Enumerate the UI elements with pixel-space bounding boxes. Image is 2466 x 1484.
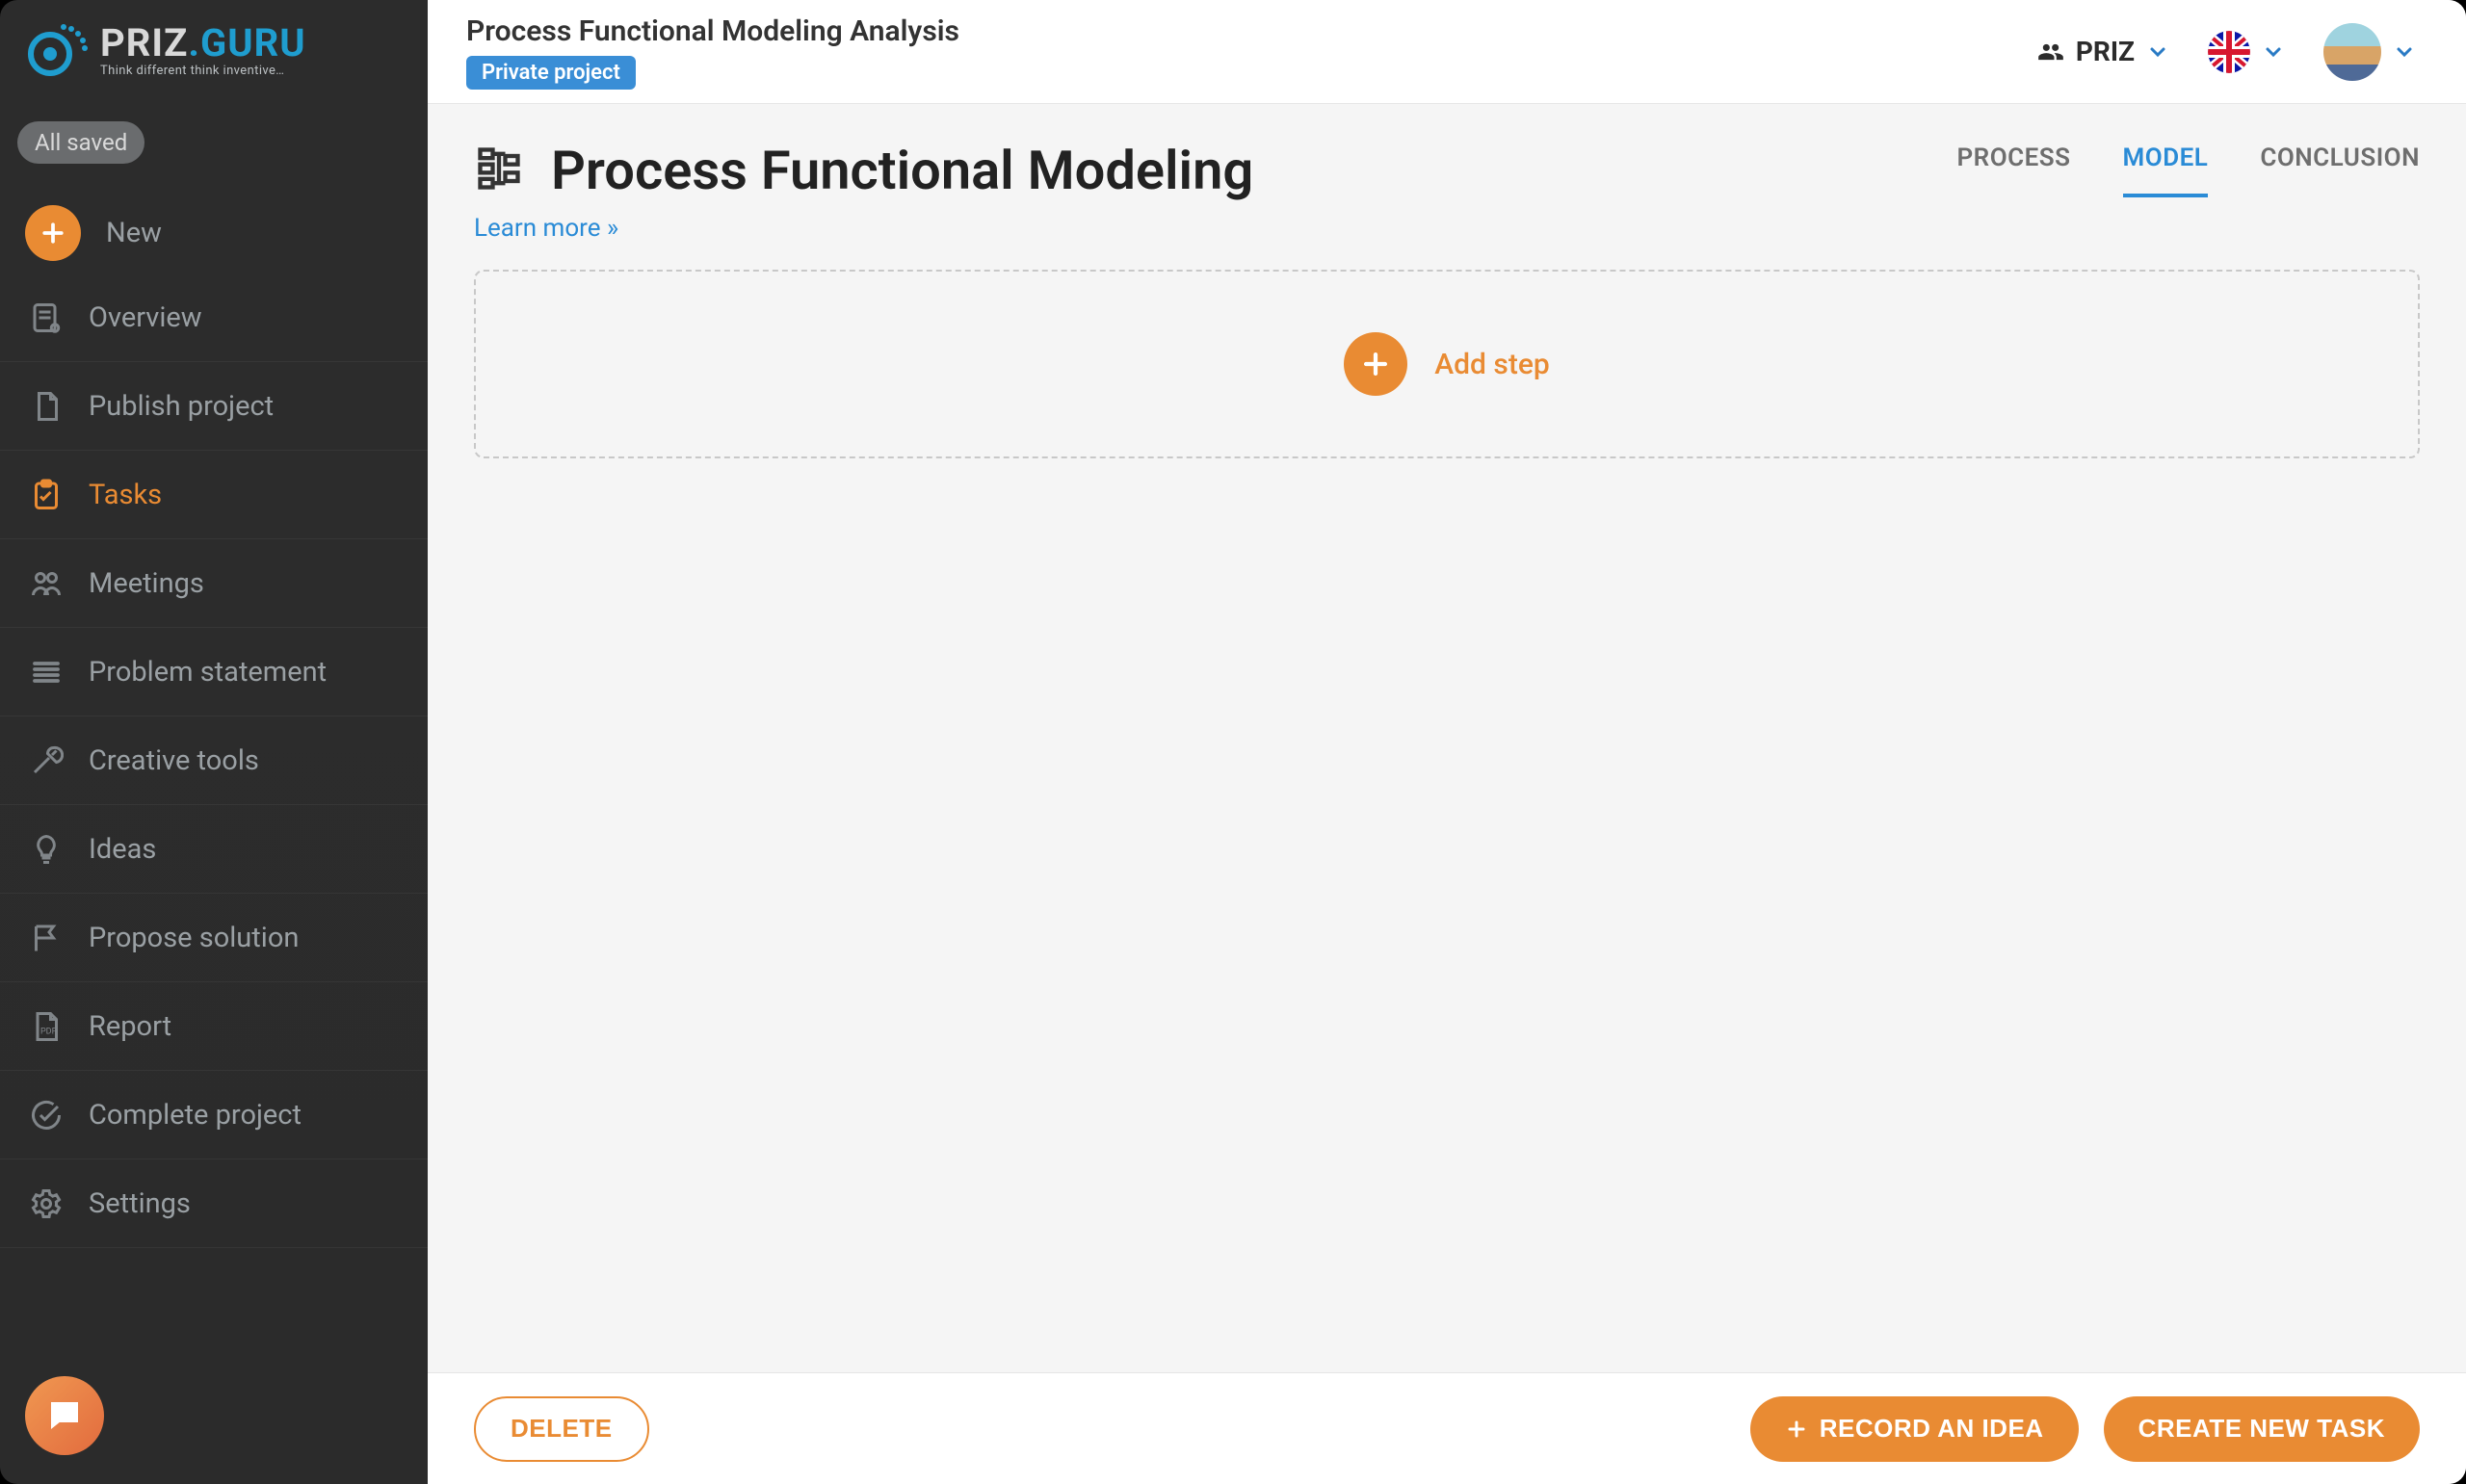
record-idea-label: RECORD AN IDEA <box>1820 1414 2044 1444</box>
sidebar-item-propose[interactable]: Propose solution <box>0 894 428 982</box>
chevron-down-icon <box>2262 40 2285 64</box>
page-content: Process Functional Modeling PROCESS MODE… <box>428 104 2466 1372</box>
plus-icon <box>1785 1418 1808 1441</box>
workspace-dropdown[interactable]: PRIZ <box>2037 36 2169 67</box>
bulb-icon <box>29 832 64 867</box>
logo-tagline: Think different think inventive… <box>100 65 306 77</box>
footer-bar: DELETE RECORD AN IDEA CREATE NEW TASK <box>428 1372 2466 1484</box>
sidebar-item-label: Ideas <box>89 833 156 866</box>
create-task-button[interactable]: CREATE NEW TASK <box>2104 1396 2420 1462</box>
check-circle-icon <box>29 1098 64 1133</box>
process-model-icon <box>474 143 524 197</box>
sidebar-item-problem[interactable]: Problem statement <box>0 628 428 716</box>
sidebar: PRIZ.GURU Think different think inventiv… <box>0 0 428 1484</box>
sidebar-new-button[interactable]: New <box>0 193 428 273</box>
team-icon <box>2037 39 2064 65</box>
language-dropdown[interactable] <box>2208 31 2285 73</box>
sidebar-item-complete[interactable]: Complete project <box>0 1071 428 1159</box>
chat-fab-button[interactable] <box>25 1376 104 1455</box>
chat-icon <box>44 1395 85 1436</box>
learn-more-link[interactable]: Learn more » <box>474 214 618 243</box>
people-icon <box>29 566 64 601</box>
sidebar-item-settings[interactable]: Settings <box>0 1159 428 1248</box>
privacy-badge: Private project <box>466 56 636 90</box>
plus-icon <box>25 205 81 261</box>
flag-icon <box>29 921 64 955</box>
record-idea-button[interactable]: RECORD AN IDEA <box>1750 1396 2079 1462</box>
sidebar-item-ideas[interactable]: Ideas <box>0 805 428 894</box>
sidebar-nav: New Overview Publish project <box>0 193 428 1248</box>
sidebar-item-label: Publish project <box>89 390 274 423</box>
clipboard-icon <box>29 478 64 512</box>
plus-icon <box>1344 332 1407 396</box>
sidebar-item-meetings[interactable]: Meetings <box>0 539 428 628</box>
sidebar-item-creative[interactable]: Creative tools <box>0 716 428 805</box>
save-status-pill: All saved <box>17 121 144 164</box>
topbar: Process Functional Modeling Analysis Pri… <box>428 0 2466 104</box>
sidebar-item-label: Overview <box>89 301 202 334</box>
sidebar-item-label: Problem statement <box>89 656 327 689</box>
delete-button[interactable]: DELETE <box>474 1396 649 1462</box>
logo-text: PRIZ.GURU <box>100 24 306 63</box>
sidebar-item-label: Propose solution <box>89 922 299 954</box>
workspace-name: PRIZ <box>2076 36 2135 67</box>
sidebar-item-label: Meetings <box>89 567 204 600</box>
tab-process[interactable]: PROCESS <box>1957 143 2071 197</box>
sidebar-item-label: Creative tools <box>89 744 259 777</box>
sidebar-item-label: Settings <box>89 1187 191 1220</box>
sidebar-item-report[interactable]: PDF Report <box>0 982 428 1071</box>
logo-eye-icon <box>27 21 89 79</box>
sidebar-item-label: Report <box>89 1010 171 1043</box>
overview-icon <box>29 300 64 335</box>
tab-model[interactable]: MODEL <box>2123 143 2209 197</box>
add-step-label: Add step <box>1434 348 1550 381</box>
lines-icon <box>29 655 64 690</box>
page-title: Process Functional Modeling <box>551 139 1253 202</box>
sidebar-item-publish[interactable]: Publish project <box>0 362 428 451</box>
tools-icon <box>29 743 64 778</box>
sidebar-item-tasks[interactable]: Tasks <box>0 451 428 539</box>
gear-icon <box>29 1186 64 1221</box>
sidebar-item-overview[interactable]: Overview <box>0 273 428 362</box>
brand-logo[interactable]: PRIZ.GURU Think different think inventiv… <box>0 0 428 96</box>
uk-flag-icon <box>2208 31 2250 73</box>
sidebar-item-label: Complete project <box>89 1099 302 1132</box>
sidebar-item-label: Tasks <box>89 479 162 511</box>
main-area: Process Functional Modeling Analysis Pri… <box>428 0 2466 1484</box>
svg-text:PDF: PDF <box>40 1027 57 1036</box>
chevron-down-icon <box>2146 40 2169 64</box>
add-step-button[interactable]: Add step <box>474 270 2420 458</box>
sidebar-new-label: New <box>106 217 162 249</box>
tab-conclusion[interactable]: CONCLUSION <box>2260 143 2420 197</box>
page-tabs: PROCESS MODEL CONCLUSION <box>1957 143 2421 197</box>
user-avatar <box>2323 23 2381 81</box>
chevron-down-icon <box>2393 40 2416 64</box>
user-menu-dropdown[interactable] <box>2323 23 2416 81</box>
project-title: Process Functional Modeling Analysis <box>466 14 959 48</box>
report-icon: PDF <box>29 1009 64 1044</box>
document-icon <box>29 389 64 424</box>
